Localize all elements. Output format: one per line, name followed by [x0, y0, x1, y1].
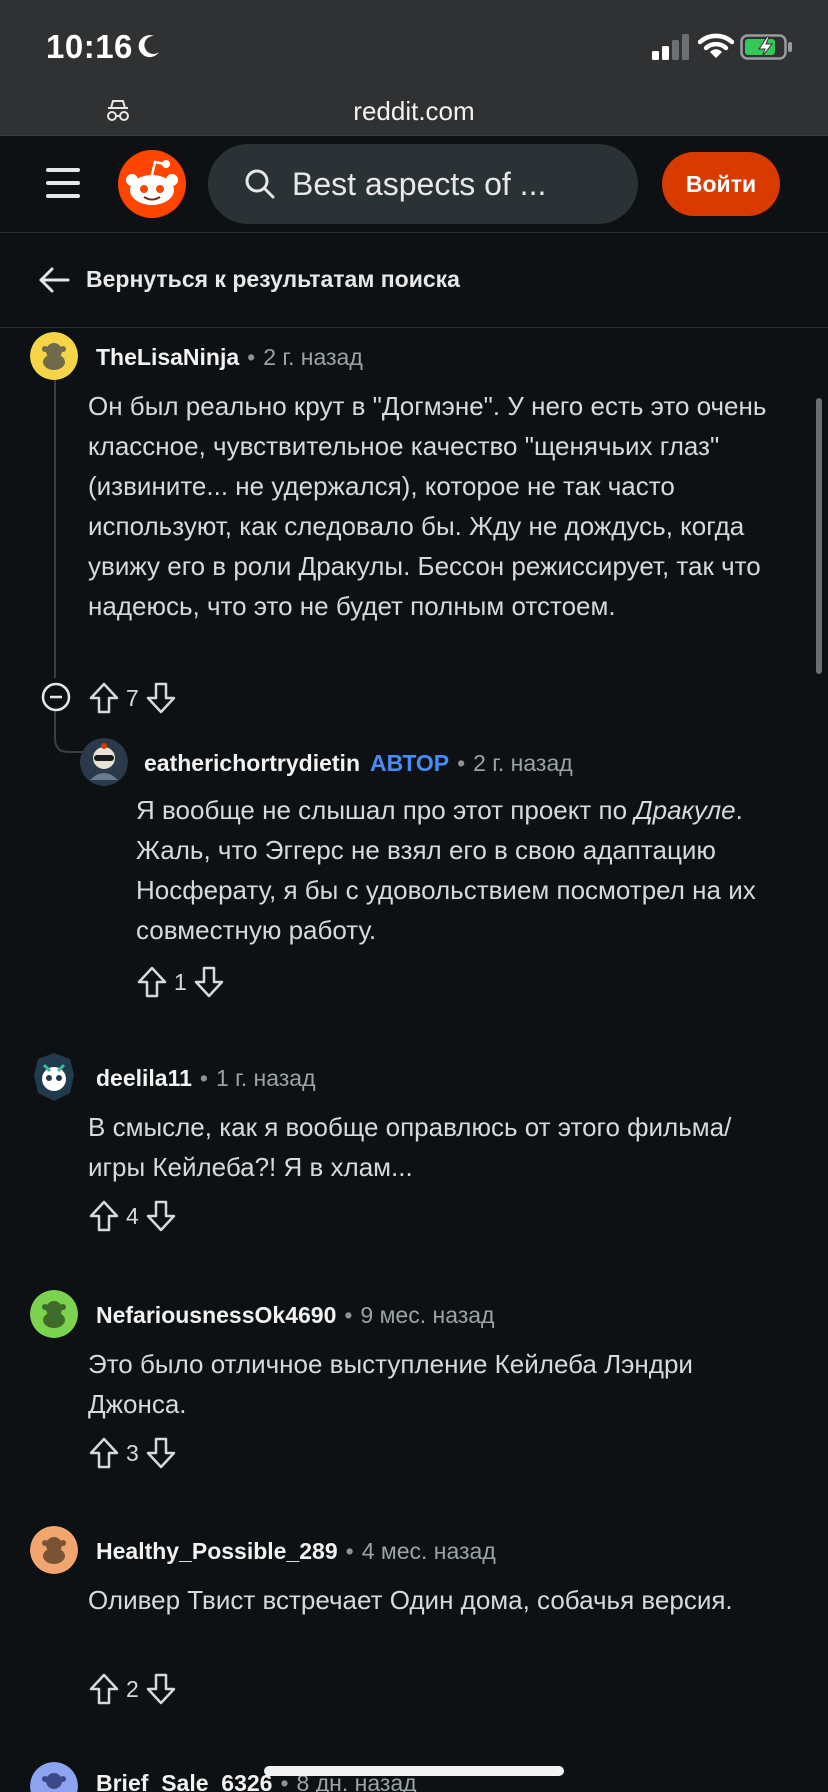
- avatar[interactable]: [30, 1053, 78, 1101]
- battery-charging-icon: [740, 34, 792, 60]
- vote-count: 1: [174, 968, 187, 995]
- status-bar: 10:16: [0, 0, 828, 88]
- separator-dot: •: [457, 750, 466, 776]
- comment-body: В смысле, как я вообще оправлюсь от этог…: [88, 1112, 732, 1182]
- downvote-icon[interactable]: [193, 965, 225, 999]
- op-badge: АВТОР: [370, 750, 450, 776]
- reddit-logo[interactable]: [118, 150, 186, 218]
- timestamp: 9 мес. назад: [360, 1302, 495, 1328]
- avatar[interactable]: [30, 1762, 78, 1792]
- comment-body: Оливер Твист встречает Один дома, собачь…: [88, 1585, 733, 1615]
- separator-dot: •: [247, 344, 256, 370]
- home-indicator[interactable]: [264, 1766, 564, 1776]
- search-input[interactable]: Best aspects of ...: [208, 144, 638, 224]
- vote-count: 3: [126, 1439, 139, 1466]
- status-time: 10:16: [46, 28, 133, 65]
- thread-line[interactable]: [54, 360, 56, 678]
- comment-body: Это было отличное выступление Кейлеба Лэ…: [88, 1349, 693, 1419]
- comment-meta: NefariousnessOk4690 • 9 мес. назад: [96, 1302, 494, 1329]
- username[interactable]: NefariousnessOk4690: [96, 1302, 336, 1328]
- comment-body: Он был реально крут в "Догмэне". У него …: [88, 391, 767, 621]
- comment-body: Я вообще не слышал про этот проект по Др…: [136, 790, 786, 950]
- timestamp: 2 г. назад: [263, 344, 363, 370]
- vote-bar: 7: [88, 678, 177, 718]
- upvote-icon[interactable]: [136, 965, 168, 999]
- comment-meta: deelila11 • 1 г. назад: [96, 1065, 316, 1092]
- vote-bar: 2: [88, 1669, 177, 1709]
- comment-meta: TheLisaNinja • 2 г. назад: [96, 344, 363, 371]
- comment-meta: Healthy_Possible_289 • 4 мес. назад: [96, 1538, 496, 1565]
- comment-meta: eatherichortrydietin АВТОР • 2 г. назад: [144, 750, 573, 777]
- timestamp: 4 мес. назад: [361, 1538, 496, 1564]
- vote-count: 7: [126, 684, 139, 711]
- separator-dot: •: [344, 1302, 353, 1328]
- collapse-thread-icon[interactable]: [41, 682, 71, 712]
- upvote-icon[interactable]: [88, 1199, 120, 1233]
- back-arrow-icon[interactable]: [38, 264, 70, 296]
- username[interactable]: deelila11: [96, 1065, 192, 1091]
- username[interactable]: Healthy_Possible_289: [96, 1538, 338, 1564]
- avatar[interactable]: [30, 1526, 78, 1574]
- url-text[interactable]: reddit.com: [0, 96, 828, 127]
- vote-bar: 4: [88, 1196, 177, 1236]
- vote-count: 4: [126, 1202, 139, 1229]
- login-button[interactable]: Войти: [662, 152, 780, 216]
- site-header: Best aspects of ... Войти: [0, 136, 828, 233]
- back-to-results[interactable]: Вернуться к результатам поиска: [0, 234, 828, 328]
- upvote-icon[interactable]: [88, 1436, 120, 1470]
- timestamp: 2 г. назад: [473, 750, 573, 776]
- vote-bar: 3: [88, 1433, 177, 1473]
- search-query: Best aspects of ...: [292, 166, 547, 202]
- username[interactable]: TheLisaNinja: [96, 344, 239, 370]
- scrollbar[interactable]: [816, 398, 822, 674]
- back-label[interactable]: Вернуться к результатам поиска: [86, 266, 460, 293]
- browser-url-bar[interactable]: reddit.com: [0, 88, 828, 136]
- avatar[interactable]: [30, 1290, 78, 1338]
- cellular-signal-icon: [652, 34, 689, 60]
- moon-icon: [138, 35, 159, 58]
- username[interactable]: eatherichortrydietin: [144, 750, 360, 776]
- downvote-icon[interactable]: [145, 1199, 177, 1233]
- comment-text: Я вообще не слышал про этот проект по: [136, 795, 635, 825]
- downvote-icon[interactable]: [145, 681, 177, 715]
- downvote-icon[interactable]: [145, 1672, 177, 1706]
- avatar[interactable]: [30, 332, 78, 380]
- downvote-icon[interactable]: [145, 1436, 177, 1470]
- vote-count: 2: [126, 1675, 139, 1702]
- upvote-icon[interactable]: [88, 681, 120, 715]
- avatar[interactable]: [80, 738, 128, 786]
- username[interactable]: Brief_Sale_6326: [96, 1770, 272, 1792]
- search-icon: [245, 169, 275, 199]
- vote-bar: 1: [136, 962, 225, 1002]
- separator-dot: •: [199, 1065, 208, 1091]
- wifi-icon: [698, 33, 734, 58]
- separator-dot: •: [345, 1538, 354, 1564]
- menu-icon[interactable]: [46, 168, 80, 198]
- upvote-icon[interactable]: [88, 1672, 120, 1706]
- timestamp: 1 г. назад: [215, 1065, 316, 1091]
- comment-text-italic: Дракуле: [634, 795, 736, 825]
